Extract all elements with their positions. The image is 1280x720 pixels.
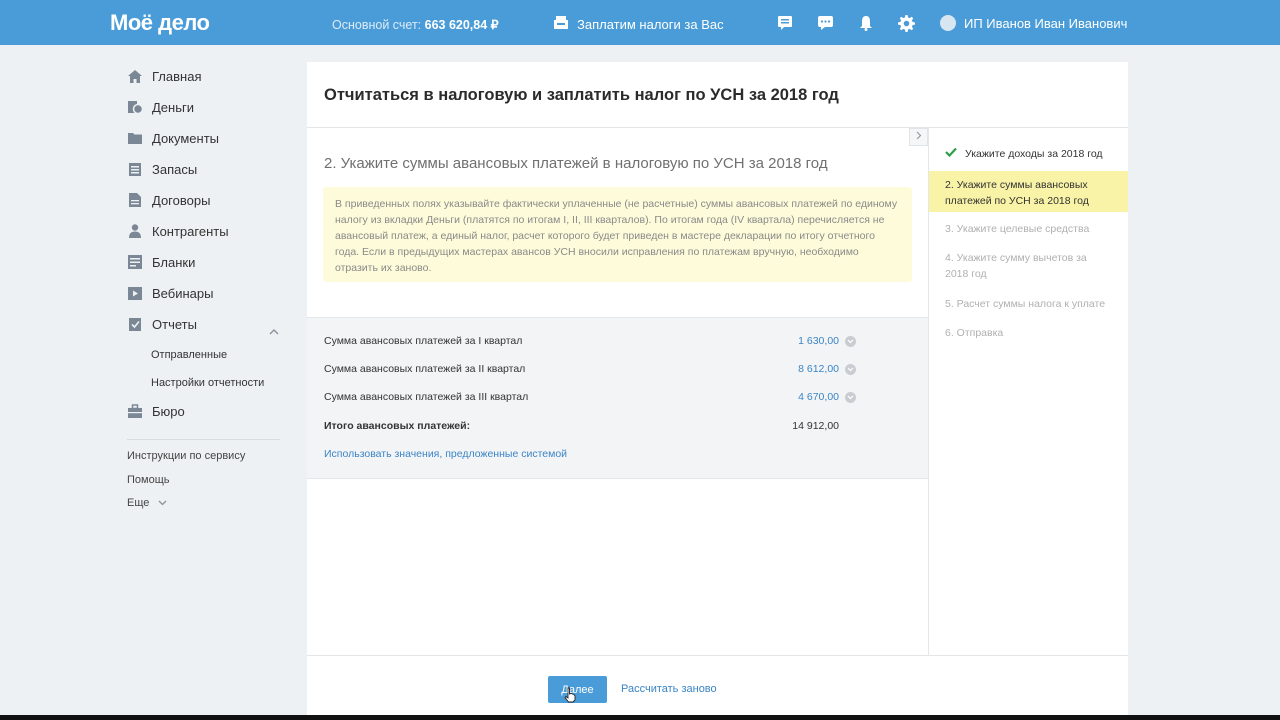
reports-icon	[127, 316, 143, 332]
sidebar-item-label: Вебинары	[152, 285, 214, 301]
balance-label: Основной счет:	[332, 18, 422, 32]
q2-dropdown-icon[interactable]	[845, 364, 856, 375]
q1-dropdown-icon[interactable]	[845, 336, 856, 347]
chat-icon[interactable]	[816, 14, 834, 32]
more-label: Еще	[127, 497, 150, 509]
wizard-steps: Укажите доходы за 2018 год 2. Укажите су…	[928, 128, 1128, 655]
sidebar-item-label: Главная	[152, 68, 202, 84]
sidebar-item-label: Деньги	[152, 99, 194, 115]
gear-icon[interactable]	[897, 14, 915, 32]
sidebar-item-money[interactable]: Деньги	[127, 99, 194, 115]
chevron-right-icon	[916, 131, 922, 143]
collapse-steps-button[interactable]	[909, 128, 928, 146]
next-button[interactable]: Далее	[548, 676, 607, 703]
step-item-sending[interactable]: 6. Отправка	[929, 325, 1128, 341]
step-item-advance-payments[interactable]: 2. Укажите суммы авансовых платежей по У…	[929, 171, 1128, 212]
folder-icon	[127, 130, 143, 146]
q3-value[interactable]: 4 670,00	[798, 391, 839, 403]
wizard-card: Отчитаться в налоговую и заплатить налог…	[307, 62, 1128, 715]
chevron-down-icon	[158, 497, 167, 509]
hand-cursor-icon	[564, 687, 576, 708]
checkmark-icon	[945, 146, 957, 162]
home-icon	[127, 68, 143, 84]
more-link[interactable]: Еще	[127, 497, 167, 509]
info-note: В приведенных полях указывайте фактическ…	[323, 187, 912, 282]
step-item-target-funds[interactable]: 3. Укажите целевые средства	[929, 221, 1128, 237]
top-bar: Моё дело Основной счет: 663 620,84 ₽ Зап…	[0, 0, 1280, 45]
use-suggested-values-link[interactable]: Использовать значения, предложенные сист…	[324, 448, 567, 460]
sidebar-item-bureau[interactable]: Бюро	[127, 403, 185, 419]
money-icon	[127, 99, 143, 115]
q2-value[interactable]: 8 612,00	[798, 363, 839, 375]
chevron-up-icon[interactable]	[269, 322, 279, 340]
sidebar-item-contracts[interactable]: Договоры	[127, 192, 210, 208]
sidebar-item-reports[interactable]: Отчеты	[127, 316, 197, 332]
sidebar: Главная Деньги Документы Запасы Договоры…	[0, 45, 300, 715]
avatar	[940, 15, 956, 31]
q2-label: Сумма авансовых платежей за II квартал	[324, 363, 526, 375]
sidebar-item-webinars[interactable]: Вебинары	[127, 285, 213, 301]
step-title: 2. Укажите суммы авансовых платежей в на…	[324, 155, 828, 172]
webinar-icon	[127, 285, 143, 301]
total-value: 14 912,00	[792, 420, 839, 432]
forms-icon	[127, 254, 143, 270]
sidebar-subitem-report-settings[interactable]: Настройки отчетности	[151, 377, 264, 389]
sidebar-item-forms[interactable]: Бланки	[127, 254, 195, 270]
stock-icon	[127, 161, 143, 177]
sidebar-subitem-sent[interactable]: Отправленные	[151, 349, 227, 361]
sidebar-item-label: Бюро	[152, 403, 185, 419]
wizard-content: 2. Укажите суммы авансовых платежей в на…	[307, 128, 928, 655]
user-name: ИП Иванов Иван Иванович	[964, 15, 1128, 31]
sidebar-item-label: Бланки	[152, 254, 196, 270]
notes-icon[interactable]	[776, 14, 794, 32]
logo[interactable]: Моё дело	[110, 10, 210, 36]
user-menu[interactable]: ИП Иванов Иван Иванович	[940, 15, 1127, 31]
total-label: Итого авансовых платежей:	[324, 420, 471, 432]
q3-dropdown-icon[interactable]	[845, 392, 856, 403]
recalculate-link[interactable]: Рассчитать заново	[621, 683, 717, 695]
service-instructions-link[interactable]: Инструкции по сервису	[127, 450, 245, 462]
step-item-deductions[interactable]: 4. Укажите сумму вычетов за 2018 год	[929, 250, 1128, 282]
sidebar-item-label: Отчеты	[152, 316, 197, 332]
balance-value: 663 620,84 ₽	[424, 18, 499, 32]
tax-service-link[interactable]: Заплатим налоги за Вас	[553, 15, 724, 33]
sidebar-item-label: Договоры	[152, 192, 211, 208]
cashbox-icon	[553, 15, 569, 33]
sidebar-item-home[interactable]: Главная	[127, 68, 201, 84]
contractors-icon	[127, 223, 143, 239]
q1-value[interactable]: 1 630,00	[798, 335, 839, 347]
sidebar-item-stock[interactable]: Запасы	[127, 161, 197, 177]
account-balance[interactable]: Основной счет: 663 620,84 ₽	[332, 17, 499, 32]
sidebar-item-label: Запасы	[152, 161, 198, 177]
tax-service-label: Заплатим налоги за Вас	[577, 16, 724, 32]
payments-form: Сумма авансовых платежей за I квартал 1 …	[307, 317, 928, 479]
help-link[interactable]: Помощь	[127, 474, 170, 486]
sidebar-item-label: Документы	[152, 130, 220, 146]
screen-bottom-edge	[0, 715, 1280, 720]
sidebar-divider	[127, 439, 280, 440]
q1-label: Сумма авансовых платежей за I квартал	[324, 335, 523, 347]
q3-label: Сумма авансовых платежей за III квартал	[324, 391, 529, 403]
page-title: Отчитаться в налоговую и заплатить налог…	[324, 86, 839, 104]
step-item-tax-calculation[interactable]: 5. Расчет суммы налога к уплате	[929, 296, 1128, 312]
bell-icon[interactable]	[857, 14, 875, 32]
contract-icon	[127, 192, 143, 208]
step-label: Укажите доходы за 2018 год	[965, 148, 1103, 160]
briefcase-icon	[127, 403, 143, 419]
sidebar-item-label: Контрагенты	[152, 223, 229, 239]
step-item-income[interactable]: Укажите доходы за 2018 год	[929, 146, 1128, 162]
sidebar-item-contractors[interactable]: Контрагенты	[127, 223, 229, 239]
sidebar-item-documents[interactable]: Документы	[127, 130, 219, 146]
wizard-actions: Далее Рассчитать заново	[307, 655, 1128, 715]
